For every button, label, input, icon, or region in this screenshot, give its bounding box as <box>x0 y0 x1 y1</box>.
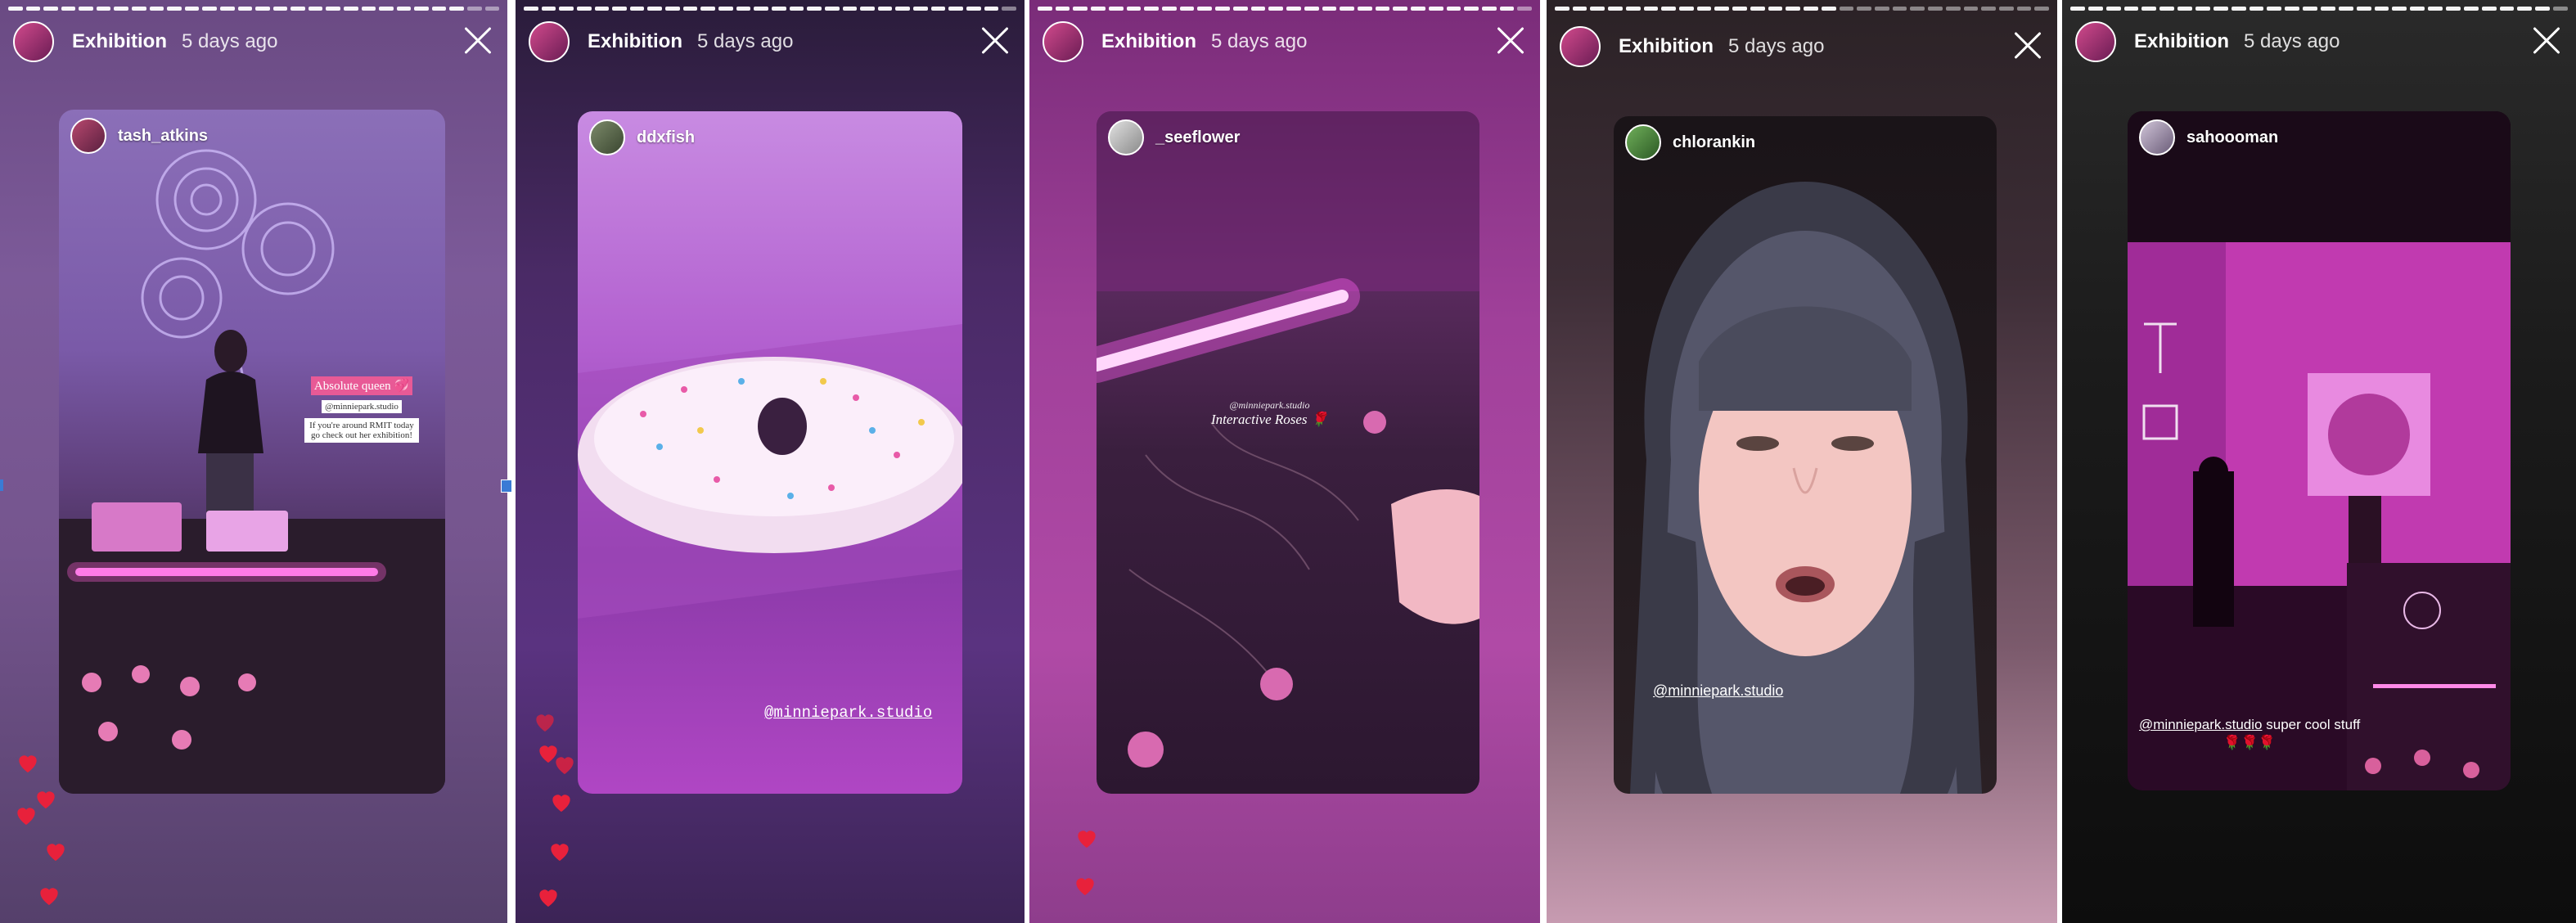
reshared-story-card[interactable]: chlorankin @minniepark.studio <box>1614 116 1997 794</box>
username[interactable]: _seeflower <box>1155 128 1240 147</box>
mention-link[interactable]: @minniepark.studio <box>764 704 932 722</box>
progress-bar <box>2070 7 2569 11</box>
close-icon[interactable] <box>2530 25 2563 57</box>
story-panel-4[interactable]: Exhibition 5 days ago chlorankin @minnie… <box>1547 0 2057 923</box>
sticker-text: If you're around RMIT today go check out… <box>304 418 419 443</box>
user-avatar[interactable] <box>2139 119 2175 155</box>
sticker-mention[interactable]: @minniepark.studio <box>322 400 402 413</box>
heart-icon <box>535 884 561 910</box>
caption-text: super cool stuff <box>2266 717 2361 732</box>
sticker-text: Absolute queen 💞 <box>310 376 413 395</box>
user-avatar[interactable] <box>1108 119 1144 155</box>
user-avatar[interactable] <box>589 119 625 155</box>
story-panel-3[interactable]: Exhibition 5 days ago _seeflower @minnie… <box>1029 0 1540 923</box>
reshared-story-card[interactable]: ddxfish @minniepark.studio <box>578 111 962 794</box>
story-panel-5[interactable]: Exhibition 5 days ago sahoooman @minniep… <box>2062 0 2576 923</box>
panel-divider <box>507 0 516 923</box>
progress-bar <box>524 7 1016 11</box>
heart-icon <box>43 838 69 864</box>
selection-handle[interactable] <box>0 480 3 491</box>
story-header: Exhibition 5 days ago <box>13 20 494 64</box>
progress-bar <box>1555 7 2050 11</box>
panel-divider <box>1540 0 1547 923</box>
highlight-title[interactable]: Exhibition <box>1619 35 1714 58</box>
caption-group: @minniepark.studio Interactive Roses 🌹 <box>1211 399 1328 428</box>
close-icon[interactable] <box>1494 25 1527 57</box>
heart-icon <box>547 838 573 864</box>
username[interactable]: tash_atkins <box>118 127 208 146</box>
caption-mention[interactable]: @minniepark.studio <box>1211 399 1328 412</box>
highlight-avatar[interactable] <box>1043 21 1083 62</box>
panel-divider <box>1025 0 1029 923</box>
card-photo <box>1097 111 1479 768</box>
caption-text: Interactive Roses 🌹 <box>1211 412 1328 427</box>
story-header: Exhibition 5 days ago <box>1560 25 2044 69</box>
progress-bar <box>1038 7 1533 11</box>
story-timestamp: 5 days ago <box>1211 30 1308 52</box>
selection-handle[interactable] <box>501 480 512 493</box>
highlight-title[interactable]: Exhibition <box>2134 30 2229 53</box>
highlight-avatar[interactable] <box>529 21 570 62</box>
highlight-title[interactable]: Exhibition <box>72 30 167 53</box>
heart-icon <box>1072 872 1098 898</box>
story-header: Exhibition 5 days ago <box>2075 20 2563 64</box>
story-header: Exhibition 5 days ago <box>1043 20 1527 64</box>
heart-icon <box>36 882 62 908</box>
reshared-story-card[interactable]: tash_atkins Absolute queen 💞 @minniepark… <box>59 110 445 794</box>
username[interactable]: chlorankin <box>1673 133 1755 152</box>
progress-bar <box>8 7 500 11</box>
user-avatar[interactable] <box>1625 124 1661 160</box>
highlight-avatar[interactable] <box>1560 26 1601 67</box>
story-panel-1[interactable]: Exhibition 5 days ago tash_atkins Absolu… <box>0 0 507 923</box>
caption-group: @minniepark.studio super cool stuff 🌹🌹🌹 <box>2139 717 2360 751</box>
mention-link[interactable]: @minniepark.studio <box>2139 717 2263 732</box>
story-header: Exhibition 5 days ago <box>529 20 1011 64</box>
heart-icon <box>1074 825 1100 851</box>
story-timestamp: 5 days ago <box>1728 35 1825 57</box>
heart-icon <box>15 750 41 776</box>
story-timestamp: 5 days ago <box>2244 30 2340 52</box>
highlight-title[interactable]: Exhibition <box>588 30 682 53</box>
highlight-avatar[interactable] <box>13 21 54 62</box>
close-icon[interactable] <box>462 25 494 57</box>
heart-icon <box>552 751 578 777</box>
close-icon[interactable] <box>979 25 1011 57</box>
story-timestamp: 5 days ago <box>697 30 794 52</box>
close-icon[interactable] <box>2011 29 2044 62</box>
reshared-story-card[interactable]: _seeflower @minniepark.studio Interactiv… <box>1097 111 1479 794</box>
username[interactable]: ddxfish <box>637 128 695 147</box>
story-timestamp: 5 days ago <box>182 30 278 52</box>
highlight-avatar[interactable] <box>2075 21 2116 62</box>
sticker-group: Absolute queen 💞 @minniepark.studio If y… <box>304 376 419 443</box>
caption-emoji: 🌹🌹🌹 <box>2223 735 2276 750</box>
card-photo <box>2128 111 2511 790</box>
story-panel-2[interactable]: Exhibition 5 days ago ddxfish @minniepar… <box>516 0 1025 923</box>
heart-icon <box>13 802 39 828</box>
reshared-story-card[interactable]: sahoooman @minniepark.studio super cool … <box>2128 111 2511 790</box>
card-photo <box>59 149 445 794</box>
heart-icon <box>548 789 574 815</box>
user-avatar[interactable] <box>70 118 106 154</box>
mention-link[interactable]: @minniepark.studio <box>1653 682 1783 700</box>
card-photo <box>578 324 962 619</box>
panel-divider <box>2057 0 2062 923</box>
highlight-title[interactable]: Exhibition <box>1101 30 1196 53</box>
username[interactable]: sahoooman <box>2186 128 2278 147</box>
heart-icon <box>532 709 558 735</box>
